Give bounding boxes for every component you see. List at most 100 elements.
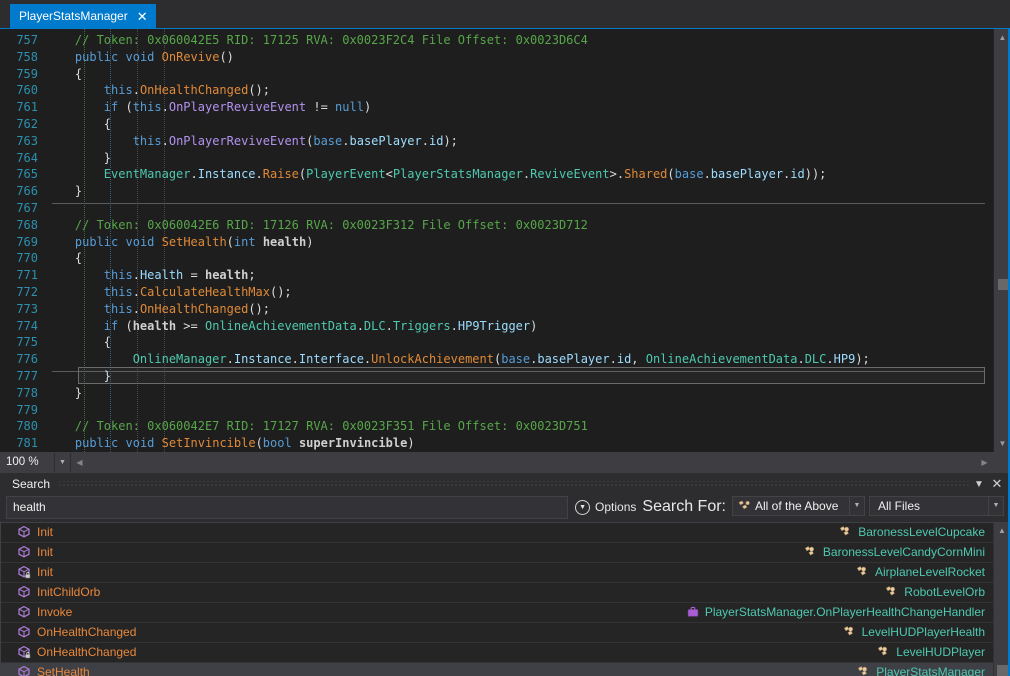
- close-icon[interactable]: ✕: [988, 475, 1006, 493]
- method-icon: [17, 645, 31, 659]
- search-for-label: Search For:: [642, 498, 726, 516]
- search-input[interactable]: health: [6, 495, 569, 519]
- result-owner-name: BaronessLevelCupcake: [858, 525, 985, 540]
- code-line-text: }: [103, 368, 112, 383]
- code-line: 780 // Token: 0x060042E7 RID: 17127 RVA:…: [0, 418, 993, 435]
- line-number: 758: [16, 49, 38, 64]
- method-icon: [17, 605, 31, 619]
- results-scroll-thumb[interactable]: [997, 664, 1008, 676]
- search-results-list[interactable]: Init BaronessLevelCupcake Init BaronessLeve…: [0, 521, 1010, 676]
- circle-chevron-down-icon[interactable]: ▼: [575, 499, 591, 515]
- result-owner: PlayerStatsManager: [857, 665, 989, 676]
- line-number: 779: [16, 402, 38, 417]
- table-row[interactable]: OnHealthChanged LevelHUDPlayer: [1, 643, 993, 663]
- result-member: Init: [17, 545, 53, 559]
- code-text-area[interactable]: 757 // Token: 0x060042E5 RID: 17125 RVA:…: [0, 29, 993, 452]
- scroll-left-icon[interactable]: ◀: [71, 453, 88, 472]
- results-vertical-scrollbar[interactable]: ▲ ▼: [993, 522, 1009, 676]
- table-row[interactable]: Init BaronessLevelCupcake: [1, 523, 993, 543]
- result-member-name: Init: [37, 525, 54, 540]
- code-line: 778 }: [0, 385, 993, 402]
- scope-combo[interactable]: All of the Above ▼: [732, 495, 865, 516]
- class-icon: [877, 645, 891, 659]
- result-owner-name: LevelHUDPlayer: [896, 645, 985, 660]
- table-row[interactable]: Invoke PlayerStatsManager.OnPlayerHealthC…: [1, 603, 993, 623]
- code-line-text: OnlineManager.Instance.Interface.UnlockA…: [132, 352, 870, 367]
- document-tab-playerstatsmanager[interactable]: PlayerStatsManager ✕: [10, 4, 156, 28]
- line-number: 765: [16, 167, 38, 182]
- code-line: 761 if (this.OnPlayerReviveEvent != null…: [0, 99, 993, 116]
- files-combo-value: All Files: [878, 498, 921, 513]
- line-number: 761: [16, 100, 38, 115]
- table-row[interactable]: InitChildOrb RobotLevelOrb: [1, 583, 993, 603]
- line-number: 771: [16, 268, 38, 283]
- result-owner: LevelHUDPlayer: [877, 645, 989, 659]
- line-number: 760: [16, 83, 38, 98]
- line-number: 777: [16, 368, 38, 383]
- code-line: 765 EventManager.Instance.Raise(PlayerEv…: [0, 166, 993, 183]
- code-line: 767: [0, 200, 993, 217]
- result-owner: PlayerStatsManager.OnPlayerHealthChangeH…: [686, 605, 989, 619]
- result-member: OnHealthChanged: [17, 645, 136, 659]
- table-row-selected[interactable]: SetHealth PlayerStatsManager: [1, 662, 993, 676]
- code-line-text: // Token: 0x060042E5 RID: 17125 RVA: 0x0…: [74, 33, 588, 47]
- code-line-text: this.Health = health;: [103, 268, 256, 283]
- code-line-text: // Token: 0x060042E7 RID: 17127 RVA: 0x0…: [74, 419, 588, 434]
- code-line: 763 this.OnPlayerReviveEvent(base.basePl…: [0, 133, 993, 150]
- line-number: 766: [16, 184, 38, 199]
- editor-horizontal-scrollbar[interactable]: ◀ ▶: [71, 452, 993, 472]
- line-number: 764: [16, 150, 38, 165]
- table-row[interactable]: Init AirplaneLevelRocket: [1, 563, 993, 583]
- result-owner: BaronessLevelCandyCornMini: [804, 545, 989, 559]
- code-line-text: {: [74, 66, 83, 81]
- result-member: Init: [17, 525, 53, 539]
- table-row[interactable]: Init BaronessLevelCandyCornMini: [1, 543, 993, 563]
- code-line-text: {: [103, 116, 112, 131]
- line-number: 780: [16, 419, 38, 434]
- line-number: 781: [16, 436, 38, 451]
- editor-scroll-thumb[interactable]: [998, 279, 1008, 290]
- code-line: 772 this.CalculateHealthMax();: [0, 284, 993, 301]
- code-line: 777 }: [0, 368, 993, 385]
- code-line-text: }: [74, 184, 83, 199]
- code-line: 766 }: [0, 183, 993, 200]
- visual-studio-window: PlayerStatsManager ✕ 757 // Token: 0x060…: [0, 0, 1010, 676]
- close-icon[interactable]: ✕: [136, 10, 149, 23]
- class-icon: [857, 665, 871, 676]
- class-icon: [856, 565, 870, 579]
- chevron-down-icon[interactable]: ▼: [55, 452, 71, 472]
- editor-footer: 100 % ▼ ◀ ▶: [0, 451, 1010, 472]
- result-member-name: OnHealthChanged: [37, 625, 137, 640]
- document-tab-strip: PlayerStatsManager ✕: [0, 0, 1010, 28]
- chevron-down-icon[interactable]: ▼: [988, 496, 1003, 515]
- search-input-value: health: [13, 500, 46, 515]
- options-label: Options: [595, 500, 637, 515]
- options-control[interactable]: ▼ Options: [568, 496, 636, 519]
- code-line-text: public void SetHealth(int health): [74, 234, 314, 249]
- search-window-header: Search ▼ ✕: [0, 472, 1010, 496]
- code-line: 762 {: [0, 116, 993, 133]
- line-number: 772: [16, 284, 38, 299]
- code-line-text: public void OnRevive(): [74, 49, 234, 64]
- result-owner: LevelHUDPlayerHealth: [843, 625, 989, 639]
- line-number: 770: [16, 251, 38, 266]
- zoom-level-value[interactable]: 100 %: [0, 452, 55, 472]
- result-owner: RobotLevelOrb: [885, 585, 989, 599]
- line-number: 767: [16, 200, 38, 215]
- class-icon: [843, 625, 857, 639]
- result-member-name: OnHealthChanged: [37, 645, 137, 660]
- chevron-down-icon[interactable]: ▼: [849, 496, 864, 515]
- drag-handle[interactable]: [58, 481, 970, 489]
- code-line: 774 if (health >= OnlineAchievementData.…: [0, 318, 993, 335]
- table-row[interactable]: OnHealthChanged LevelHUDPlayerHealth: [1, 623, 993, 643]
- result-member-name: Invoke: [37, 605, 73, 620]
- code-line-text: {: [74, 251, 83, 266]
- line-number: 762: [16, 116, 38, 131]
- scroll-right-icon[interactable]: ▶: [976, 453, 993, 472]
- class-icon: [839, 525, 853, 539]
- chevron-down-icon[interactable]: ▼: [970, 475, 988, 493]
- files-combo[interactable]: All Files ▼: [869, 495, 1004, 516]
- search-tool-window: Search ▼ ✕ health ▼ Options Search For:: [0, 471, 1010, 676]
- code-line-text: }: [74, 385, 83, 400]
- code-line: 771 this.Health = health;: [0, 267, 993, 284]
